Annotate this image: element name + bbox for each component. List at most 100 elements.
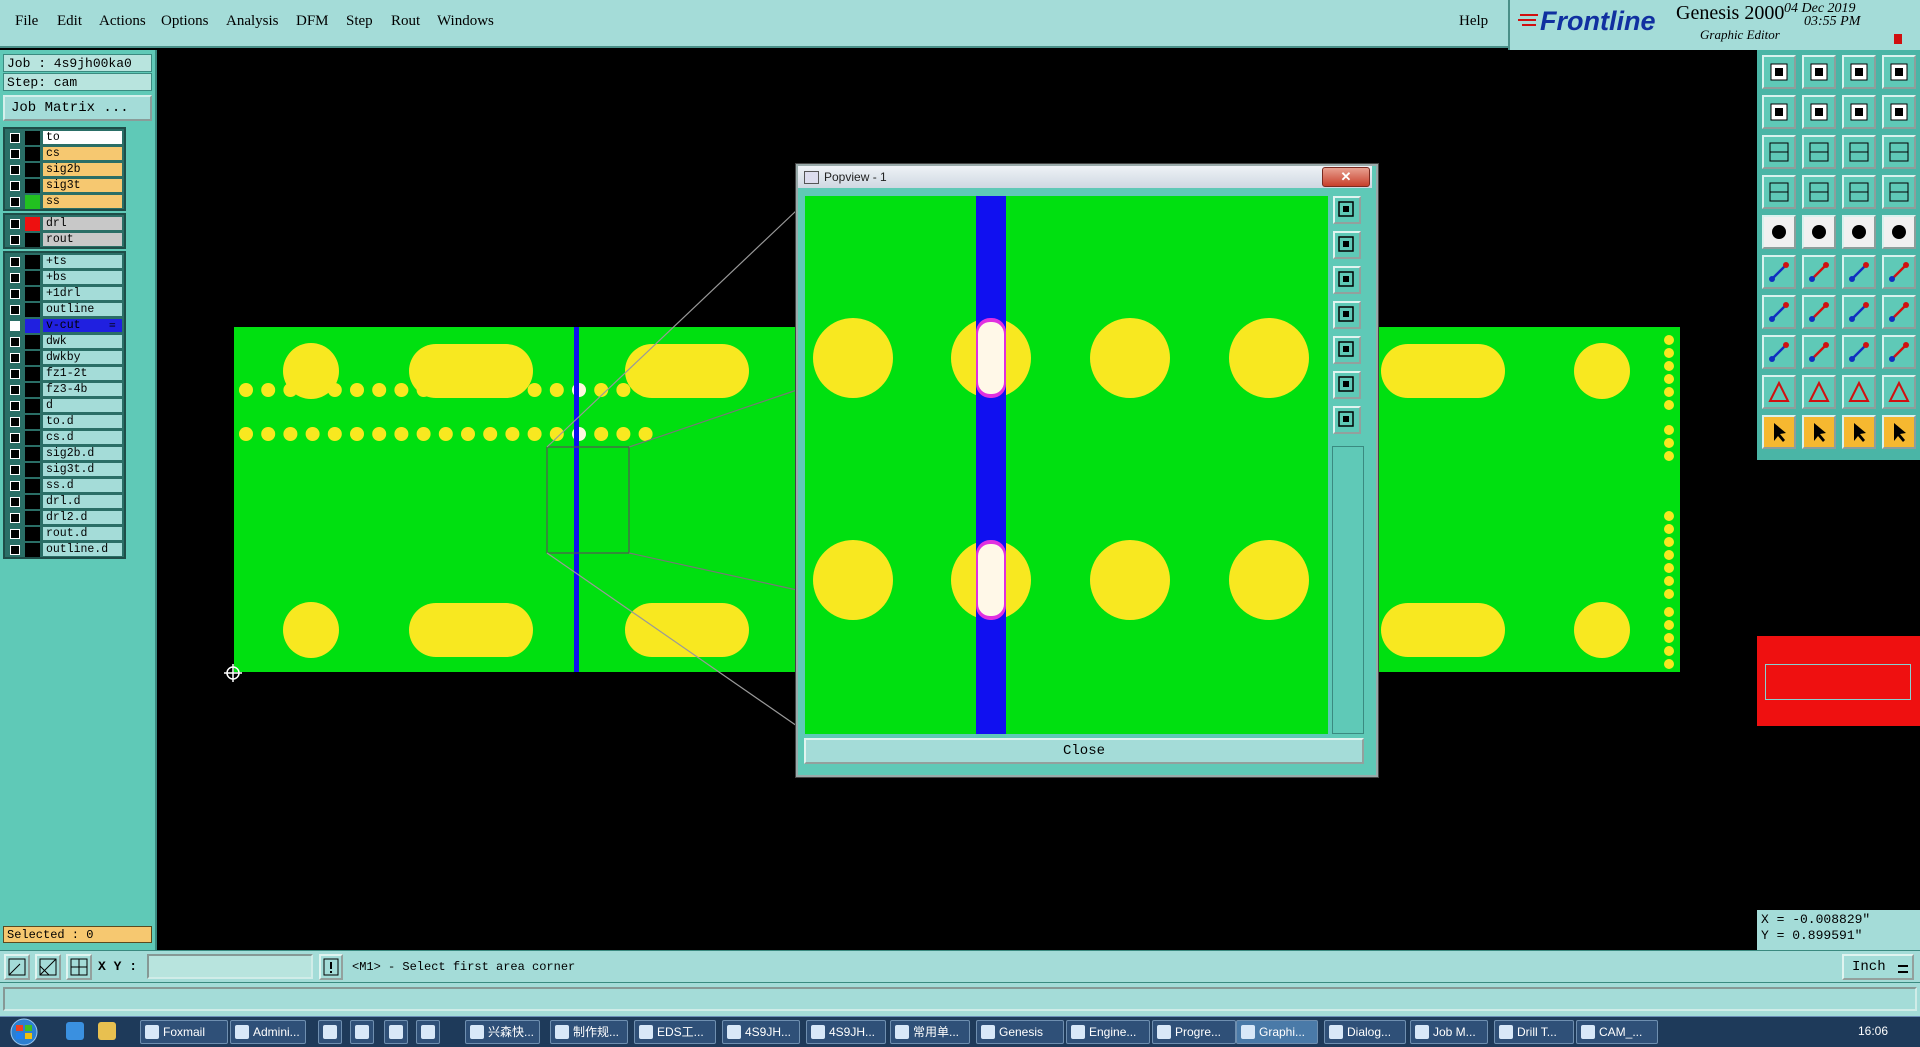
layer-row[interactable]: to.d (5, 414, 124, 430)
layer-name[interactable]: fz3-4b (43, 383, 122, 396)
menu-dfm[interactable]: DFM (296, 13, 329, 30)
snap-grid-button[interactable] (1882, 295, 1916, 329)
layer-color-swatch[interactable] (25, 271, 40, 285)
snap-mode-button[interactable] (4, 954, 30, 980)
close-icon[interactable]: ✕ (1322, 167, 1370, 187)
angle-mode-button[interactable] (35, 954, 61, 980)
pad-button[interactable] (1762, 215, 1796, 249)
layer-row[interactable]: to (5, 130, 124, 146)
layer-color-swatch[interactable] (25, 399, 40, 413)
layer-checkbox[interactable] (10, 197, 20, 207)
popview-canvas[interactable] (805, 196, 1328, 734)
layer-checkbox[interactable] (10, 513, 20, 523)
home-button[interactable] (1842, 55, 1876, 89)
layer-checkbox[interactable] (10, 433, 20, 443)
layer-name[interactable]: d (43, 399, 122, 412)
taskbar-item[interactable] (318, 1020, 342, 1044)
taskbar-item[interactable]: Engine... (1066, 1020, 1150, 1044)
layer-checkbox[interactable] (10, 529, 20, 539)
layer-row[interactable]: ss.d (5, 478, 124, 494)
layer-row[interactable]: dwk (5, 334, 124, 350)
layer-color-swatch[interactable] (25, 511, 40, 525)
layer-row[interactable]: rout (5, 232, 124, 248)
layer-name[interactable]: +1drl (43, 287, 122, 300)
layer-checkbox[interactable] (10, 417, 20, 427)
zoom-fit-button[interactable] (1762, 135, 1796, 169)
layer-name[interactable]: rout (43, 233, 122, 246)
taskbar-item[interactable]: Progre... (1152, 1020, 1236, 1044)
layer-color-swatch[interactable] (25, 335, 40, 349)
zoom-in-button[interactable] (1333, 231, 1361, 259)
taskbar-item[interactable]: 常用单... (890, 1020, 970, 1044)
layer-color-swatch[interactable] (25, 495, 40, 509)
layer-color-swatch[interactable] (25, 463, 40, 477)
layer-name[interactable]: +bs (43, 271, 122, 284)
layer-row[interactable]: +bs (5, 270, 124, 286)
select-button[interactable] (1762, 415, 1796, 449)
measure-button[interactable] (1762, 175, 1796, 209)
layer-row[interactable]: rout.d (5, 526, 124, 542)
redraw-button[interactable] (1842, 95, 1876, 129)
select-net-button[interactable] (1842, 415, 1876, 449)
layer-name[interactable]: outline (43, 303, 122, 316)
compare-button[interactable] (1882, 175, 1916, 209)
layer-name[interactable]: drl.d (43, 495, 122, 508)
menu-analysis[interactable]: Analysis (226, 13, 279, 30)
layer-name[interactable]: fz1-2t (43, 367, 122, 380)
fit-screen-button[interactable] (1333, 371, 1361, 399)
circle-button[interactable] (1882, 215, 1916, 249)
snap-button[interactable] (1882, 95, 1916, 129)
layer-color-swatch[interactable] (25, 367, 40, 381)
slope-button[interactable] (1762, 295, 1796, 329)
net-button[interactable] (1762, 255, 1796, 289)
taskbar-item[interactable]: Genesis (976, 1020, 1064, 1044)
folder-icon[interactable] (98, 1022, 116, 1040)
layer-row[interactable]: fz3-4b (5, 382, 124, 398)
layer-checkbox[interactable] (10, 353, 20, 363)
select-multi-button[interactable] (1882, 415, 1916, 449)
layer-checkbox[interactable] (10, 133, 20, 143)
popview-window[interactable]: Popview - 1 ✕ Close (796, 164, 1378, 777)
layer-color-swatch[interactable] (25, 447, 40, 461)
horizontal-button[interactable] (1802, 335, 1836, 369)
layer-name[interactable]: cs.d (43, 431, 122, 444)
zoom-out-button[interactable] (1333, 266, 1361, 294)
connect-button[interactable] (1842, 255, 1876, 289)
layer-name[interactable]: to.d (43, 415, 122, 428)
layer-checkbox[interactable] (10, 337, 20, 347)
layer-color-swatch[interactable] (25, 195, 40, 209)
layer-row[interactable]: ss (5, 194, 124, 210)
layer-row[interactable]: dwkby (5, 350, 124, 366)
layer-checkbox[interactable] (10, 181, 20, 191)
layer-color-swatch[interactable] (25, 147, 40, 161)
taskbar-item[interactable]: CAM_... (1576, 1020, 1658, 1044)
layer-row[interactable]: sig3t.d (5, 462, 124, 478)
layer-color-swatch[interactable] (25, 319, 40, 333)
overview-view-box[interactable] (1765, 664, 1911, 700)
layer-color-swatch[interactable] (25, 233, 40, 247)
layer-name[interactable]: sig2b.d (43, 447, 122, 460)
taskbar-item[interactable]: 4S9JH... (722, 1020, 800, 1044)
layer-row[interactable]: sig3t (5, 178, 124, 194)
layer-checkbox[interactable] (10, 401, 20, 411)
taskbar-item[interactable]: Foxmail (140, 1020, 228, 1044)
taskbar-item[interactable]: 制作规... (550, 1020, 628, 1044)
taskbar-item[interactable]: 4S9JH... (806, 1020, 886, 1044)
taskbar-item[interactable] (384, 1020, 408, 1044)
resize-button[interactable] (1842, 335, 1876, 369)
menu-help[interactable]: Help (1459, 13, 1488, 30)
layer-name[interactable]: drl2.d (43, 511, 122, 524)
grid-button[interactable] (1802, 175, 1836, 209)
layer-name[interactable]: ss.d (43, 479, 122, 492)
outline-a-button[interactable] (1802, 375, 1836, 409)
layer-name[interactable]: cs (43, 147, 122, 160)
layer-color-swatch[interactable] (25, 351, 40, 365)
layer-row[interactable]: cs (5, 146, 124, 162)
layer-color-swatch[interactable] (25, 217, 40, 231)
layer-checkbox[interactable] (10, 219, 20, 229)
draw-line-button[interactable] (1802, 295, 1836, 329)
layer-color-swatch[interactable] (25, 287, 40, 301)
layer-row[interactable]: cs.d (5, 430, 124, 446)
zoom-window-button[interactable] (1333, 196, 1361, 224)
layer-row[interactable]: sig2b (5, 162, 124, 178)
